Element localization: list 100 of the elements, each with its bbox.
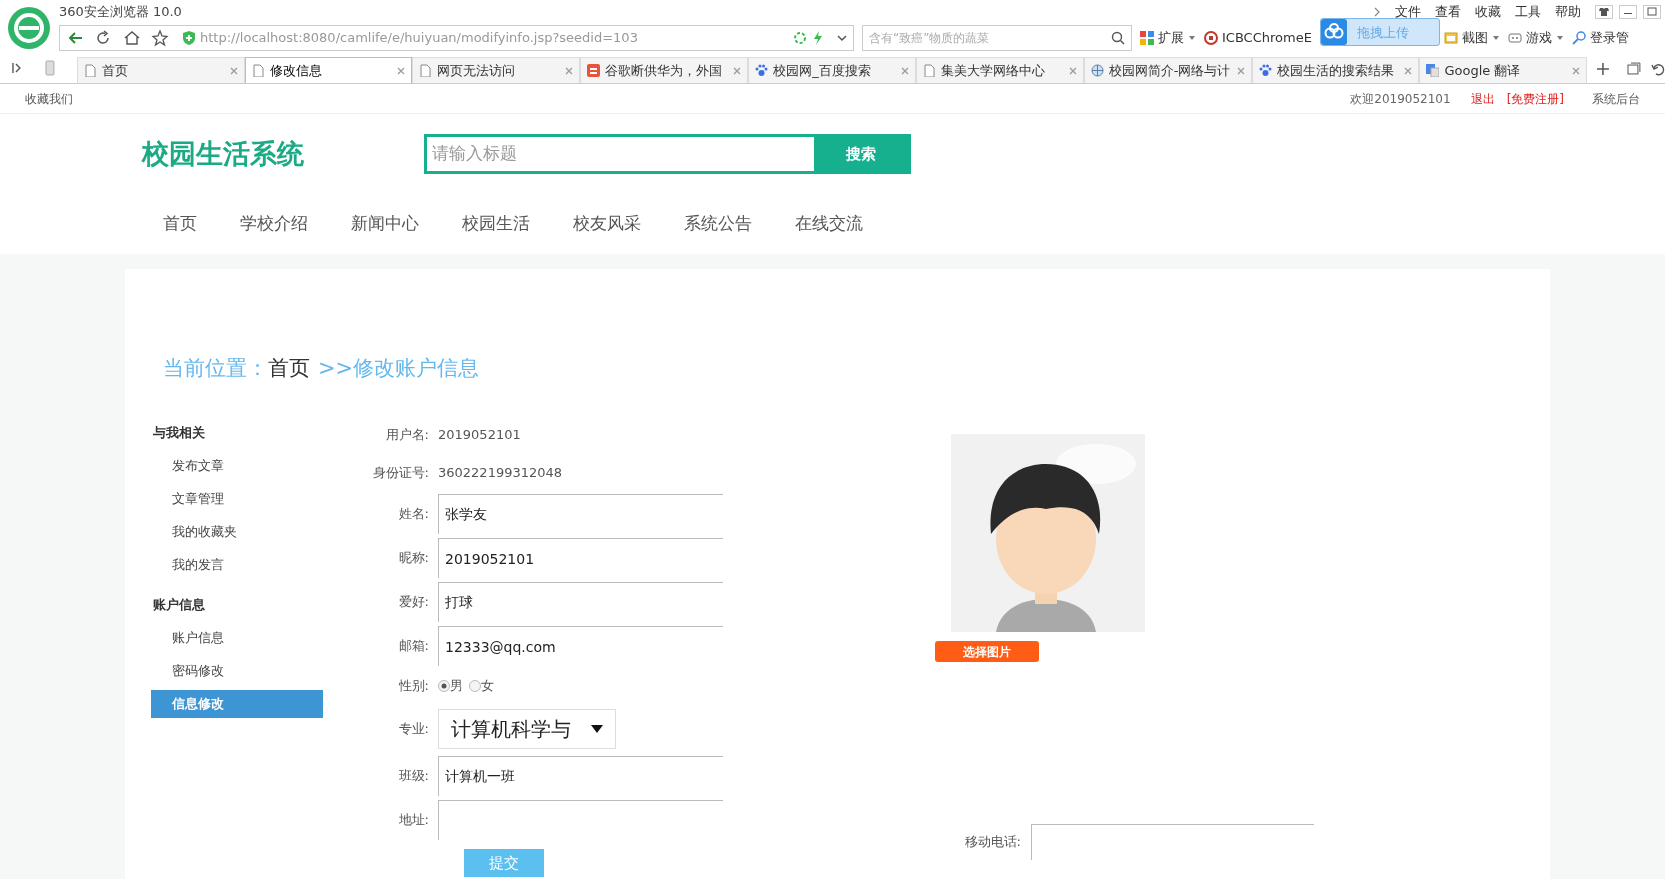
tab-label: 谷歌断供华为，外国 <box>605 61 723 80</box>
register-link[interactable]: [免费注册] <box>1506 89 1564 108</box>
cloud-icon <box>1321 19 1347 46</box>
tab-label: Google 翻译 <box>1444 61 1521 80</box>
browser-tab[interactable]: Google 翻译 <box>1419 57 1588 83</box>
browser-tab[interactable]: 校园生活的搜索结果 <box>1251 57 1420 83</box>
nav-link[interactable]: 新闻中心 <box>351 211 419 237</box>
close-icon[interactable] <box>900 66 909 75</box>
news-badge-icon <box>587 64 601 77</box>
select-field[interactable]: 计算机科学与 <box>438 709 616 749</box>
menu-item[interactable]: 帮助 <box>1555 2 1581 22</box>
field-label: 地址: <box>397 811 430 830</box>
window-title: 360安全浏览器 10.0 <box>59 3 182 22</box>
nav-link[interactable]: 校园生活 <box>462 211 530 237</box>
field-label: 爱好: <box>397 593 430 612</box>
tab-label: 集美大学网络中心 <box>940 61 1045 80</box>
browser-tab[interactable]: 首页 <box>76 57 245 83</box>
sidebar-item[interactable]: 账户信息 <box>151 624 323 652</box>
page-icon <box>83 64 97 77</box>
browser-tab[interactable]: 修改信息 <box>244 57 413 83</box>
page-icon <box>419 64 433 77</box>
text-input[interactable]: 打球 <box>438 582 723 622</box>
field-label: 昵称: <box>397 549 430 568</box>
browser-tab[interactable]: 校园网简介-网络与计 <box>1083 57 1252 83</box>
nav-link[interactable]: 首页 <box>163 211 197 237</box>
admin-link[interactable]: 系统后台 <box>1592 89 1640 108</box>
translate-icon <box>1426 64 1440 77</box>
browser-tab[interactable]: 校园网_百度搜索 <box>748 57 916 83</box>
field-label: 邮箱: <box>397 637 430 656</box>
menu-item[interactable]: 收藏 <box>1475 2 1501 22</box>
sidebar-item[interactable]: 发布文章 <box>151 452 323 480</box>
maximize-icon[interactable] <box>1643 5 1661 19</box>
sidebar-item[interactable]: 文章管理 <box>151 485 323 513</box>
field-value: 2019052101 <box>438 426 521 445</box>
browser-tab[interactable]: 集美大学网络中心 <box>915 57 1084 83</box>
menu-item[interactable]: 工具 <box>1515 2 1541 22</box>
tab-label: 首页 <box>101 61 128 80</box>
radio-button[interactable] <box>469 680 481 692</box>
toolbar-button[interactable]: ICBCChromeE <box>1222 28 1312 48</box>
nav-link[interactable]: 在线交流 <box>795 211 863 237</box>
text-input[interactable]: 计算机一班 <box>438 756 723 796</box>
nav-link[interactable]: 校友风采 <box>573 211 641 237</box>
undo-icon[interactable] <box>1651 62 1665 76</box>
field-label: 身份证号: <box>371 464 430 483</box>
radio-label: 女 <box>481 677 494 696</box>
browser-tab[interactable]: 谷歌断供华为，外国 <box>580 57 749 83</box>
radio-label: 男 <box>450 677 463 696</box>
caret-icon[interactable] <box>1188 35 1196 41</box>
close-icon[interactable] <box>1572 66 1581 75</box>
caret-icon[interactable] <box>1555 35 1564 41</box>
sidebar-heading: 与我相关 <box>152 424 206 442</box>
lightning-icon[interactable] <box>813 31 823 45</box>
menu-item[interactable]: 文件 <box>1395 2 1421 22</box>
logout-link[interactable]: 退出 <box>1470 89 1495 108</box>
select-value: 计算机科学与 <box>451 716 571 743</box>
minimize-icon[interactable] <box>1619 5 1637 19</box>
close-icon[interactable] <box>1404 66 1413 75</box>
text-input[interactable]: 张学友 <box>438 494 723 534</box>
breadcrumb-link[interactable]: 首页 <box>268 353 310 385</box>
gamepad-icon[interactable] <box>1507 31 1522 45</box>
close-icon[interactable] <box>733 66 742 75</box>
close-icon[interactable] <box>397 66 406 75</box>
field-label: 性别: <box>397 677 430 696</box>
toolbar-button[interactable]: 截图 <box>1461 28 1488 48</box>
close-icon[interactable] <box>229 66 238 75</box>
sidebar-heading: 账户信息 <box>152 596 206 614</box>
breadcrumb-label: 当前位置： <box>163 355 268 382</box>
radio-button[interactable] <box>438 680 450 692</box>
grid-icon[interactable] <box>1140 31 1154 45</box>
toolbar-button[interactable]: 扩展 <box>1158 28 1184 48</box>
nav-link[interactable]: 学校介绍 <box>240 211 308 237</box>
tab-label: 校园生活的搜索结果 <box>1276 61 1394 80</box>
browser-tab[interactable]: 网页无法访问 <box>412 57 581 83</box>
close-icon[interactable] <box>1068 66 1077 75</box>
field-label: 专业: <box>397 720 430 739</box>
sidebar-item[interactable]: 密码修改 <box>151 657 323 685</box>
restore-tab-icon[interactable] <box>1627 62 1642 76</box>
toolbar-button[interactable]: 游戏 <box>1525 28 1552 48</box>
close-icon[interactable] <box>565 66 574 75</box>
shirt-icon[interactable] <box>1595 5 1613 19</box>
field-label: 班级: <box>397 767 430 786</box>
text-input[interactable]: 2019052101 <box>438 538 723 578</box>
welcome-text: 欢迎2019052101 <box>1350 90 1451 108</box>
field-label: 姓名: <box>397 505 430 524</box>
loading-icon <box>793 31 807 45</box>
dropdown-icon[interactable] <box>591 724 603 734</box>
toolbar-button[interactable]: 登录管 <box>1589 28 1629 48</box>
text-input[interactable]: 12333@qq.com <box>438 626 723 666</box>
new-tab-icon[interactable] <box>1597 63 1610 75</box>
paw-icon <box>1258 64 1272 77</box>
close-icon[interactable] <box>1236 66 1245 75</box>
sidebar-item[interactable]: 我的收藏夹 <box>151 518 323 546</box>
chevron-icon[interactable] <box>1373 7 1381 17</box>
caret-icon[interactable] <box>1491 35 1500 41</box>
nav-link[interactable]: 系统公告 <box>684 211 752 237</box>
sidebar-item[interactable]: 我的发言 <box>151 551 323 579</box>
tab-label: 网页无法访问 <box>437 61 516 80</box>
bookmark-link[interactable]: 收藏我们 <box>25 89 73 108</box>
search-icon[interactable] <box>1111 31 1125 45</box>
menu-item[interactable]: 查看 <box>1435 2 1461 22</box>
